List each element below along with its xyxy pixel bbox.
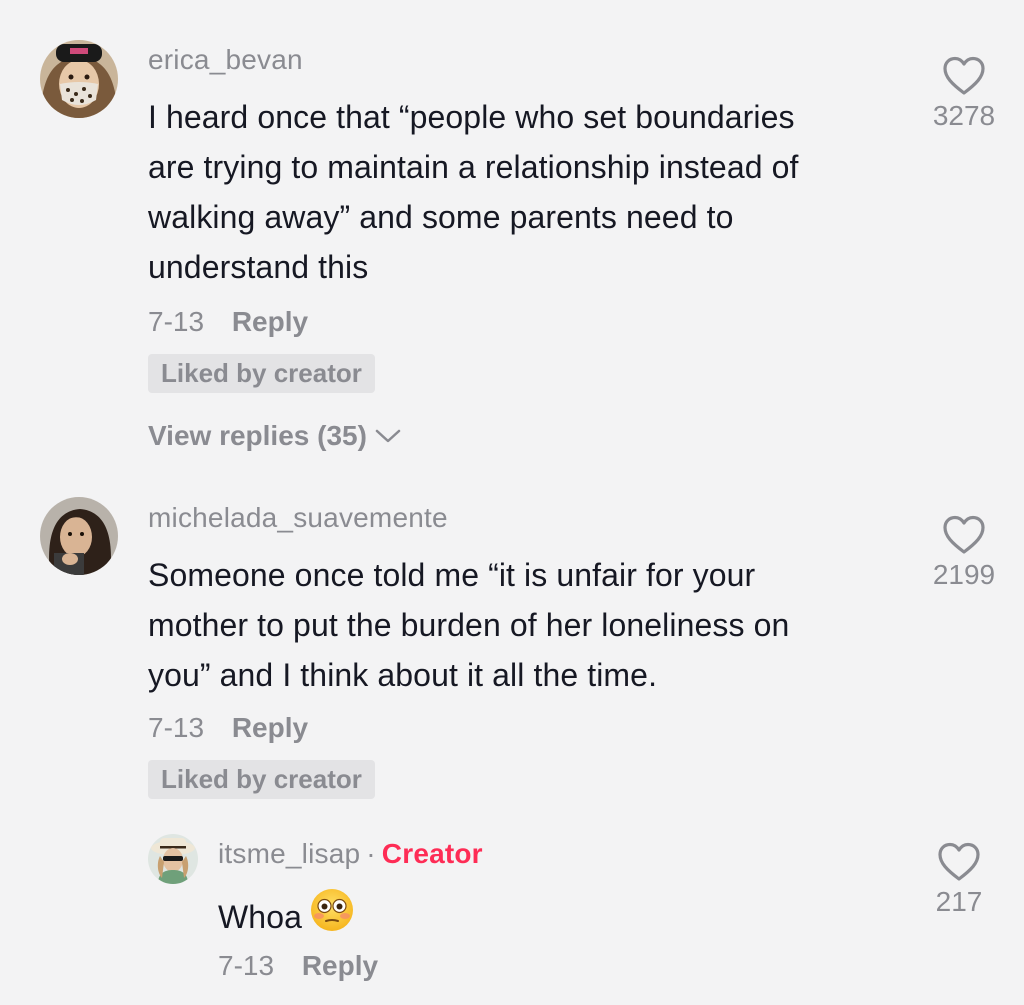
flushed-face-emoji-icon bbox=[310, 888, 354, 946]
heart-icon[interactable] bbox=[942, 515, 986, 555]
avatar-image bbox=[40, 40, 118, 118]
heart-icon[interactable] bbox=[942, 56, 986, 96]
creator-label: Creator bbox=[381, 838, 483, 869]
comment-text-line: Someone once told me “it is unfair for y… bbox=[148, 557, 756, 593]
like-count: 3278 bbox=[932, 100, 996, 131]
liked-by-creator-badge: Liked by creator bbox=[148, 760, 375, 799]
reply-date: 7-13 bbox=[218, 950, 275, 981]
avatar-image bbox=[148, 834, 198, 884]
reply-username-row: itsme_lisap · Creator bbox=[218, 838, 483, 870]
comment-text: Someone once told me “it is unfair for y… bbox=[148, 550, 789, 700]
comment-text-line: understand this bbox=[148, 249, 369, 285]
chevron-down-icon bbox=[375, 429, 401, 443]
comment-text: I heard once that “people who set bounda… bbox=[148, 92, 799, 292]
comment-text-line: walking away” and some parents need to bbox=[148, 199, 734, 235]
comment-date: 7-13 bbox=[148, 712, 205, 743]
reply-meta: 7-13 Reply bbox=[218, 950, 378, 982]
reply-button[interactable]: Reply bbox=[232, 712, 308, 743]
liked-by-creator-badge: Liked by creator bbox=[148, 354, 375, 393]
comment-meta: 7-13 Reply bbox=[148, 712, 308, 744]
view-replies-button[interactable]: View replies (35) bbox=[148, 420, 401, 452]
like-count: 2199 bbox=[932, 559, 996, 590]
avatar[interactable] bbox=[40, 40, 118, 118]
reply-button[interactable]: Reply bbox=[232, 306, 308, 337]
avatar-image bbox=[40, 497, 118, 575]
like-column: 3278 bbox=[919, 56, 1009, 132]
comment-date: 7-13 bbox=[148, 306, 205, 337]
reply-text: Whoa bbox=[218, 899, 302, 935]
comment-username[interactable]: erica_bevan bbox=[148, 44, 303, 76]
comment-meta: 7-13 Reply bbox=[148, 306, 308, 338]
comment-text-line: you” and I think about it all the time. bbox=[148, 657, 658, 693]
reply-text-row: Whoa bbox=[218, 888, 354, 946]
like-count: 217 bbox=[935, 886, 983, 917]
comment-text-line: mother to put the burden of her loneline… bbox=[148, 607, 790, 643]
view-replies-label: View replies (35) bbox=[148, 420, 367, 451]
comment-username[interactable]: michelada_suavemente bbox=[148, 502, 448, 534]
comment-text-line: are trying to maintain a relationship in… bbox=[148, 149, 799, 185]
avatar[interactable] bbox=[40, 497, 118, 575]
like-column: 2199 bbox=[919, 515, 1009, 591]
heart-icon[interactable] bbox=[937, 842, 981, 882]
separator-dot: · bbox=[366, 838, 376, 869]
reply-button[interactable]: Reply bbox=[302, 950, 378, 981]
avatar[interactable] bbox=[148, 834, 198, 884]
comment-text-line: I heard once that “people who set bounda… bbox=[148, 99, 795, 135]
reply-username[interactable]: itsme_lisap bbox=[218, 838, 360, 869]
like-column: 217 bbox=[914, 842, 1004, 918]
